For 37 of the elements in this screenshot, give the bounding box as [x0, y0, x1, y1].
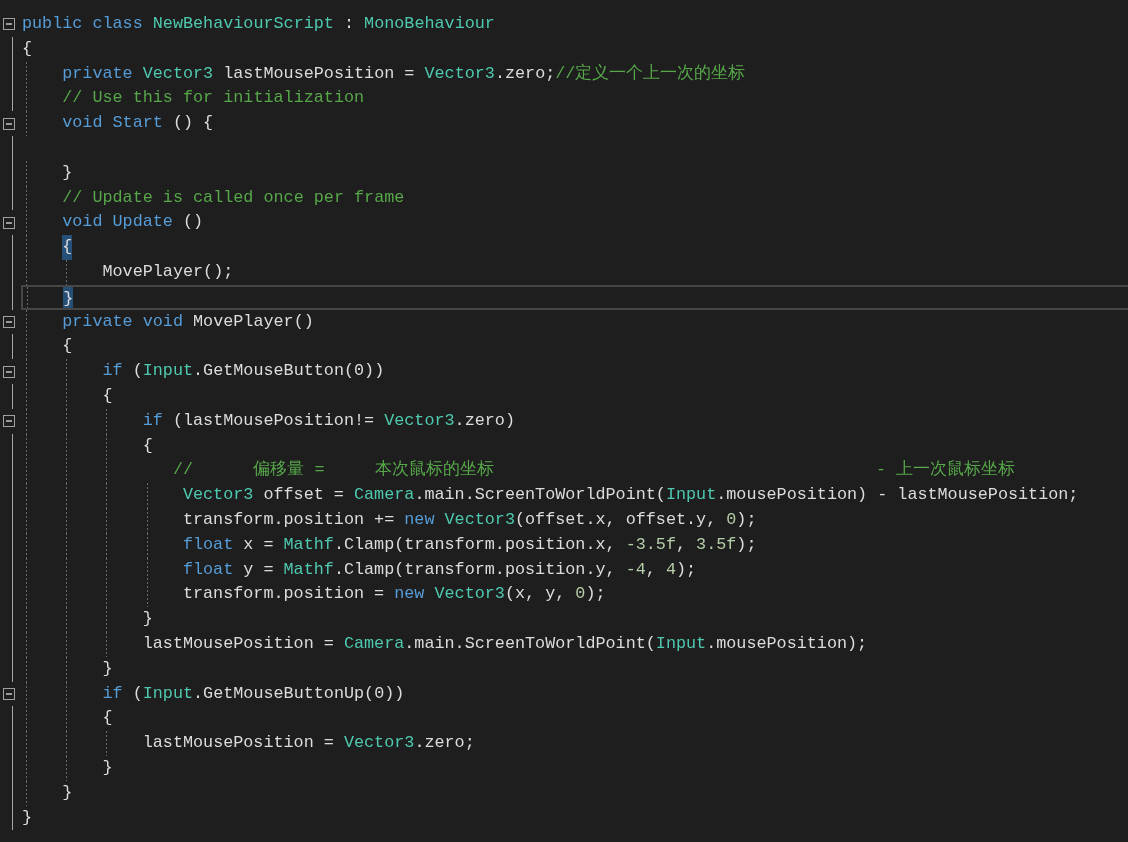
code-line: MovePlayer(); — [102, 260, 234, 283]
code-line: float x = Mathf.Clamp(transform.position.x, -3.5f, 3.5f); — [182, 533, 757, 556]
collapse-icon[interactable] — [3, 315, 15, 328]
collapse-icon[interactable] — [3, 216, 15, 229]
code-line: private Vector3 lastMousePosition = Vector3.zero;//定义一个上一次的坐标 — [62, 62, 746, 85]
code-line: } — [102, 657, 113, 680]
code-line: lastMousePosition = Camera.main.ScreenToWorldPoint(Input.mousePosition); — [142, 632, 868, 655]
code-line: Vector3 offset = Camera.main.ScreenToWorldPoint(Input.mousePosition) - lastMousePosition; — [182, 484, 1079, 507]
collapse-icon[interactable] — [3, 365, 15, 378]
code-line: lastMousePosition = Vector3.zero; — [142, 732, 475, 755]
code-line: { — [102, 384, 113, 407]
code-line: if (Input.GetMouseButton(0)) — [102, 360, 385, 383]
code-line: // Use this for initialization — [62, 87, 365, 110]
code-line: private void MovePlayer() — [62, 310, 314, 333]
code-line: // 偏移量 = 本次鼠标的坐标 - 上一次鼠标坐标 — [172, 459, 1016, 482]
code-line: { — [142, 434, 153, 457]
code-line: } — [62, 161, 73, 184]
code-line: // Update is called once per frame — [62, 186, 405, 209]
code-line: public class NewBehaviourScript : MonoBehaviour — [22, 13, 495, 35]
code-line: { — [62, 335, 73, 358]
collapse-icon[interactable] — [3, 415, 15, 428]
code-line: void Update () — [62, 211, 204, 234]
code-line: } — [142, 608, 153, 631]
collapse-icon[interactable] — [3, 18, 15, 31]
code-line: } — [102, 756, 113, 779]
collapse-icon[interactable] — [3, 117, 15, 130]
code-line: } — [62, 781, 73, 804]
code-line: if (lastMousePosition!= Vector3.zero) — [142, 409, 515, 432]
code-line: { — [102, 707, 113, 730]
code-line: transform.position = new Vector3(x, y, 0); — [182, 583, 606, 606]
code-line: if (Input.GetMouseButtonUp(0)) — [102, 682, 405, 705]
code-line: { — [22, 37, 33, 60]
code-line: void Start () { — [62, 112, 214, 135]
collapse-icon[interactable] — [3, 687, 15, 700]
code-line: float y = Mathf.Clamp(transform.position.y, -4, 4); — [182, 558, 697, 581]
code-line: transform.position += new Vector3(offset.x, offset.y, 0); — [182, 508, 757, 531]
code-line: } — [22, 806, 33, 829]
